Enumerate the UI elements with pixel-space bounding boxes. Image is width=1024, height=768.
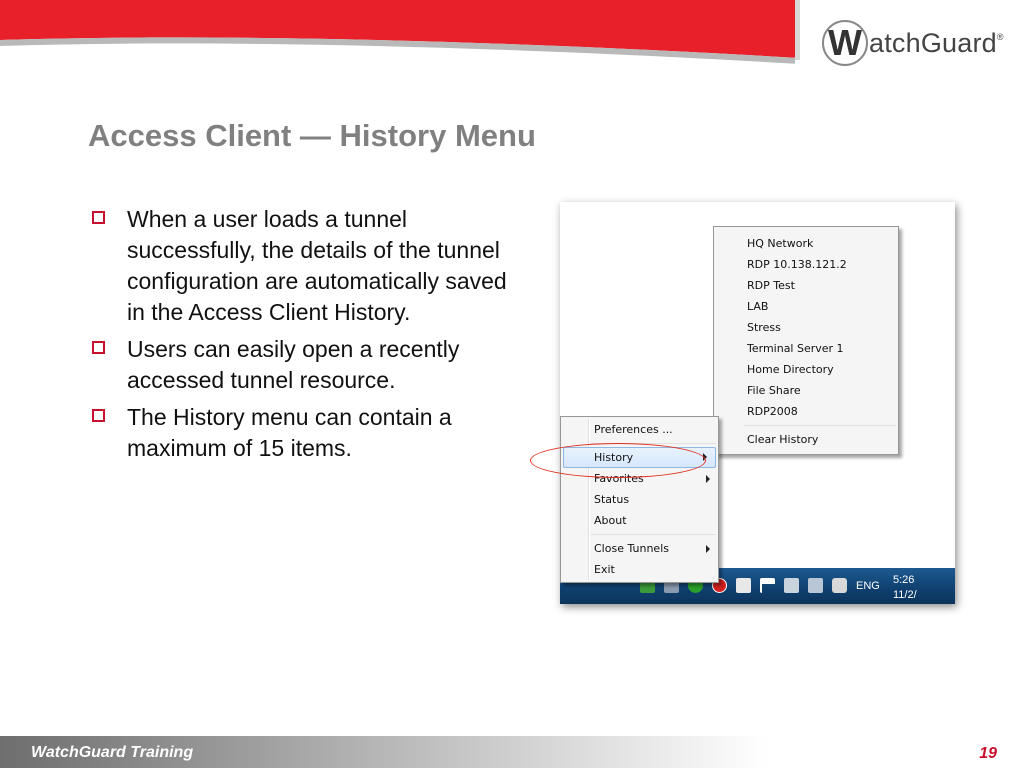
history-item[interactable]: RDP 10.138.121.2 xyxy=(714,254,898,275)
menu-item-preferences[interactable]: Preferences ... xyxy=(561,419,718,440)
history-item[interactable]: LAB xyxy=(714,296,898,317)
menu-item-about[interactable]: About xyxy=(561,510,718,531)
taskbar-clock[interactable]: 5:26 11/2/ xyxy=(893,573,917,603)
bullet-list: When a user loads a tunnel successfully,… xyxy=(92,204,512,470)
history-item[interactable]: Stress xyxy=(714,317,898,338)
power-icon[interactable] xyxy=(784,578,799,593)
watchguard-logo: W atchGuard® xyxy=(822,18,1004,68)
checkbox-bullet-icon xyxy=(92,211,105,224)
history-item[interactable]: Terminal Server 1 xyxy=(714,338,898,359)
bullet-item: When a user loads a tunnel successfully,… xyxy=(92,204,512,328)
menu-separator xyxy=(744,425,896,426)
monitor-icon[interactable] xyxy=(808,578,823,593)
bullet-item: Users can easily open a recently accesse… xyxy=(92,334,512,396)
history-item[interactable]: RDP Test xyxy=(714,275,898,296)
menu-separator xyxy=(591,534,716,535)
language-indicator[interactable]: ENG xyxy=(856,580,880,592)
highlight-ellipse xyxy=(530,443,706,478)
history-item[interactable]: RDP2008 xyxy=(714,401,898,422)
menu-item-exit[interactable]: Exit xyxy=(561,559,718,580)
logo-mark-icon: W xyxy=(822,20,868,66)
menu-item-status[interactable]: Status xyxy=(561,489,718,510)
screenshot-frame: ENG 5:26 11/2/ HQ Network RDP 10.138.121… xyxy=(530,202,955,604)
clear-history-item[interactable]: Clear History xyxy=(714,429,898,450)
volume-icon[interactable] xyxy=(832,578,847,593)
submenu-arrow-icon xyxy=(706,475,710,483)
menu-item-close-tunnels[interactable]: Close Tunnels xyxy=(561,538,718,559)
checkbox-bullet-icon xyxy=(92,341,105,354)
history-item[interactable]: Home Directory xyxy=(714,359,898,380)
bullet-item: The History menu can contain a maximum o… xyxy=(92,402,512,464)
tray-context-menu: Preferences ... History Favorites Status… xyxy=(560,416,719,583)
page-number: 19 xyxy=(979,745,997,762)
checkbox-bullet-icon xyxy=(92,409,105,422)
history-item[interactable]: File Share xyxy=(714,380,898,401)
history-submenu: HQ Network RDP 10.138.121.2 RDP Test LAB… xyxy=(713,226,899,455)
submenu-arrow-icon xyxy=(706,545,710,553)
history-item[interactable]: HQ Network xyxy=(714,233,898,254)
notes-icon[interactable] xyxy=(736,578,751,593)
flag-icon[interactable] xyxy=(760,578,775,593)
footer-label: WatchGuard Training xyxy=(31,744,194,761)
slide-title: Access Client — History Menu xyxy=(88,118,536,153)
